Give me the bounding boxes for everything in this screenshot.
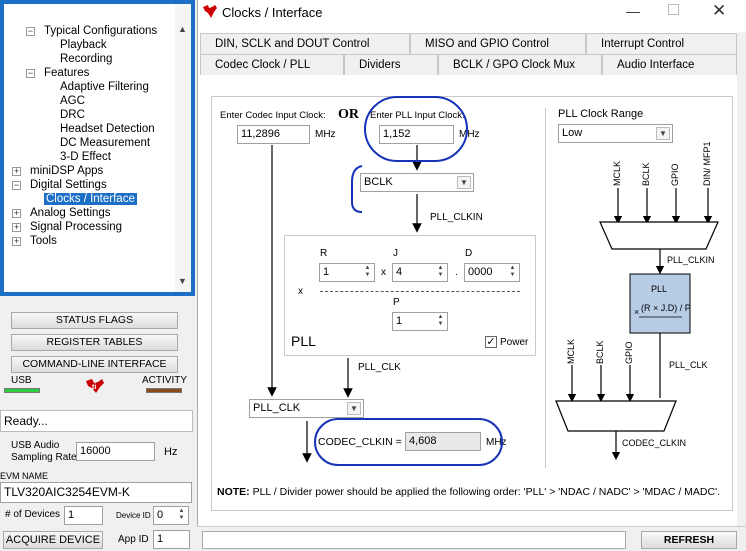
diagram-input-label: MCLK <box>612 160 622 186</box>
pll-range-select[interactable]: Low ▼ <box>558 124 673 143</box>
diagram-multiply: × <box>634 307 640 317</box>
diagram-input-label: BCLK <box>641 162 651 186</box>
diagram-input-label: GPIO <box>624 341 634 364</box>
divider <box>545 108 546 468</box>
chevron-down-icon[interactable]: ▼ <box>656 127 670 140</box>
diagram-pll-clk: PLL_CLK <box>669 360 708 370</box>
refresh-button[interactable]: REFRESH <box>641 531 737 549</box>
ink-circle-pll-input <box>364 96 468 162</box>
diagram-input-label: DIN/ MFP1 <box>702 141 712 186</box>
diagram-pll: PLL <box>651 284 668 294</box>
ink-circle-codec-clkin <box>314 418 503 466</box>
diagram-formula: (R × J.D) / P <box>641 303 691 313</box>
diagram-input-label: BCLK <box>595 340 605 364</box>
diagram-input-label: GPIO <box>670 163 680 186</box>
status-field <box>202 531 626 549</box>
power-order-note: NOTE: PLL / Divider power should be appl… <box>217 486 721 498</box>
diagram-input-label: MCLK <box>566 338 576 364</box>
ink-bracket-bclk <box>351 165 363 213</box>
diagram-codec-clkin: CODEC_CLKIN <box>622 438 687 448</box>
diagram-pll-clkin: PLL_CLKIN <box>667 255 715 265</box>
pll-range-label: PLL Clock Range <box>558 108 644 120</box>
